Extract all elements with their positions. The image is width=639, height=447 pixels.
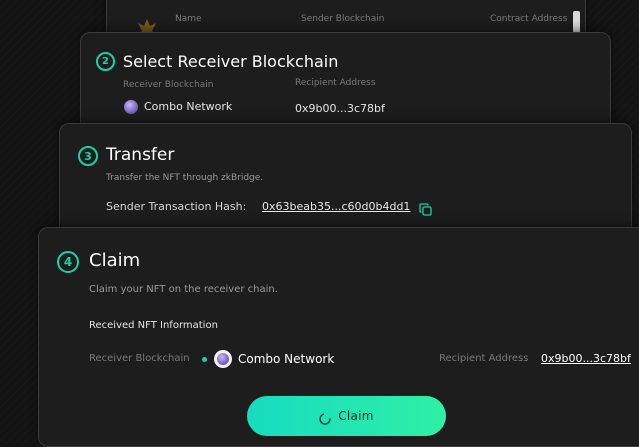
recipient-address-label: Recipient Address xyxy=(295,78,376,88)
step3-description: Transfer the NFT through zkBridge. xyxy=(106,173,264,183)
step3-number: 3 xyxy=(78,146,98,166)
receiver-blockchain-label: Receiver Blockchain xyxy=(89,353,190,364)
col-name-header: Name xyxy=(175,14,202,24)
recipient-address: 0x9b00...3c78bf xyxy=(295,102,385,115)
step4-title: Claim xyxy=(89,250,141,271)
step2-title: Select Receiver Blockchain xyxy=(123,52,339,71)
step4-description: Claim your NFT on the receiver chain. xyxy=(89,284,278,295)
step2-number: 2 xyxy=(96,52,115,71)
receiver-network: Combo Network xyxy=(238,352,335,366)
receiver-blockchain-label: Receiver Blockchain xyxy=(123,80,214,90)
col-contract-header: Contract Address xyxy=(490,14,568,24)
col-sender-header: Sender Blockchain xyxy=(301,14,385,24)
receiver-network: Combo Network xyxy=(144,100,233,113)
transaction-hash-label: Sender Transaction Hash: xyxy=(106,200,247,213)
claim-button[interactable]: Claim xyxy=(247,396,446,436)
scrollbar[interactable] xyxy=(573,11,580,33)
combo-network-icon xyxy=(124,100,138,114)
copy-icon[interactable] xyxy=(419,201,432,216)
step4-card: 4 Claim Claim your NFT on the receiver c… xyxy=(38,227,639,447)
step4-number: 4 xyxy=(57,251,79,273)
transaction-hash-link[interactable]: 0x63beab35...c60d0b4dd1 xyxy=(262,200,410,213)
combo-network-icon xyxy=(214,350,232,368)
status-dot xyxy=(202,357,207,362)
step3-title: Transfer xyxy=(106,145,175,165)
received-nft-heading: Received NFT Information xyxy=(89,320,218,331)
claim-button-label: Claim xyxy=(338,409,374,423)
recipient-address-link[interactable]: 0x9b00...3c78bf xyxy=(541,352,631,365)
loading-spinner-icon xyxy=(319,410,331,425)
recipient-address-label: Recipient Address xyxy=(439,353,529,364)
